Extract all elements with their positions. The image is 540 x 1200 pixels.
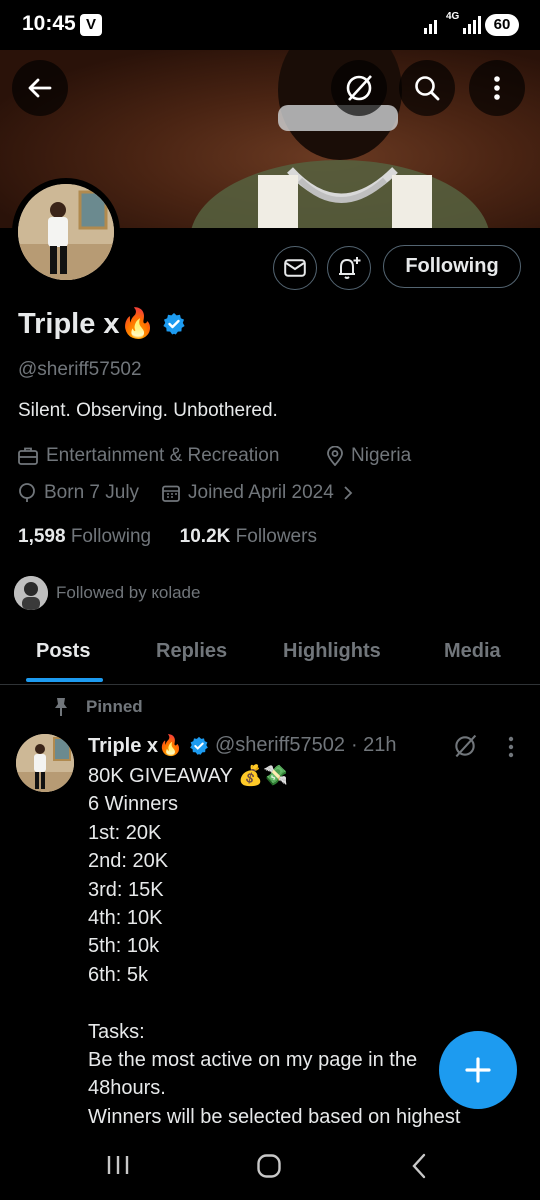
following-stat[interactable]: 1,598 Following xyxy=(18,526,151,547)
followed-by[interactable]: Followed by кolade xyxy=(14,576,200,610)
profile-handle: @sheriff57502 xyxy=(18,359,142,380)
arrow-left-icon xyxy=(28,78,52,98)
grok-icon[interactable] xyxy=(452,733,478,759)
profile-category: Entertainment & Recreation xyxy=(18,445,279,467)
app-notification-icon: V xyxy=(80,14,102,36)
post-more-icon[interactable] xyxy=(506,736,516,758)
compose-button[interactable] xyxy=(439,1031,517,1109)
post-time: · 21h xyxy=(350,734,397,756)
verified-badge-icon xyxy=(190,736,208,755)
chevron-right-icon xyxy=(344,486,353,500)
bell-plus-icon xyxy=(339,257,361,279)
following-label: Following xyxy=(70,526,152,547)
post-author-name[interactable]: Triple x🔥 xyxy=(88,733,183,758)
category-text: Entertainment & Recreation xyxy=(46,445,280,466)
profile-name: Triple x🔥 xyxy=(18,308,156,340)
location-text: Nigeria xyxy=(351,445,412,466)
signal-icon xyxy=(424,20,437,34)
status-bar: 10:45 V 4G 60 xyxy=(0,0,540,50)
home-icon[interactable] xyxy=(256,1153,282,1179)
search-icon xyxy=(415,76,440,101)
network-type: 4G xyxy=(446,11,460,22)
following-count: 1,598 xyxy=(18,526,66,547)
profile-birthday: Born 7 July xyxy=(18,482,139,504)
pin-icon xyxy=(55,698,67,716)
back-nav-icon[interactable] xyxy=(410,1153,428,1179)
following-button[interactable]: Following xyxy=(383,245,521,288)
tab-posts[interactable]: Posts xyxy=(36,640,90,663)
battery-indicator: 60 xyxy=(485,14,519,36)
location-pin-icon xyxy=(327,446,343,466)
followers-label: Followers xyxy=(235,526,317,547)
follower-avatar-image xyxy=(14,576,48,610)
briefcase-icon xyxy=(18,447,38,465)
tab-replies[interactable]: Replies xyxy=(156,640,227,663)
pinned-label: Pinned xyxy=(86,697,143,716)
more-options-button[interactable] xyxy=(469,60,525,116)
tab-highlights[interactable]: Highlights xyxy=(283,640,381,663)
search-button[interactable] xyxy=(399,60,455,116)
balloon-icon xyxy=(19,483,35,502)
post-avatar-image xyxy=(16,734,74,792)
back-button[interactable] xyxy=(12,60,68,116)
verified-badge-icon[interactable] xyxy=(162,312,186,336)
active-tab-indicator xyxy=(26,678,103,682)
pinned-label-row: Pinned xyxy=(52,697,143,717)
profile-name-row: Triple x🔥 xyxy=(18,307,186,341)
calendar-icon xyxy=(162,485,180,502)
profile-bio: Silent. Observing. Unbothered. xyxy=(18,400,278,421)
envelope-icon xyxy=(284,259,306,277)
profile-location: Nigeria xyxy=(327,445,411,467)
signal-icon-2 xyxy=(463,16,481,34)
profile-avatar[interactable] xyxy=(18,184,114,280)
post-author-handle: @sheriff57502 xyxy=(214,734,345,756)
joined-text: Joined April 2024 xyxy=(188,482,334,503)
tab-media[interactable]: Media xyxy=(444,640,501,663)
follow-stats: 1,598 Following 10.2K Followers xyxy=(18,526,317,548)
post-avatar[interactable] xyxy=(16,734,74,792)
recent-apps-icon[interactable] xyxy=(106,1154,130,1176)
followed-by-text: Followed by кolade xyxy=(56,583,201,602)
grok-button[interactable] xyxy=(331,60,387,116)
avatar-image xyxy=(18,184,114,280)
birthday-text: Born 7 July xyxy=(44,482,140,503)
profile-joined[interactable]: Joined April 2024 xyxy=(162,482,354,504)
notify-button[interactable] xyxy=(327,246,371,290)
grok-icon xyxy=(346,75,372,101)
status-time: 10:45 xyxy=(22,12,76,35)
follower-avatar xyxy=(14,576,48,610)
post-header: Triple x🔥 @sheriff57502 · 21h xyxy=(88,733,397,758)
more-vertical-icon xyxy=(494,76,500,100)
system-nav-bar xyxy=(0,1130,540,1200)
profile-tabs: Posts Replies Highlights Media xyxy=(0,628,540,685)
message-button[interactable] xyxy=(273,246,317,290)
followers-stat[interactable]: 10.2K Followers xyxy=(180,526,317,547)
followers-count: 10.2K xyxy=(179,526,231,547)
plus-icon xyxy=(465,1057,491,1083)
